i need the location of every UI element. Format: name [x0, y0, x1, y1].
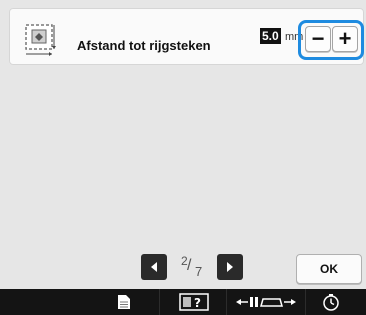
total-pages: 7: [195, 264, 203, 279]
page-indicator: 2 / 7: [175, 254, 209, 280]
setting-label: Afstand tot rijgsteken: [77, 38, 211, 53]
minus-icon: −: [311, 26, 325, 51]
plus-icon: +: [338, 26, 352, 51]
next-page-button[interactable]: [217, 254, 243, 280]
timer-icon: [323, 294, 339, 311]
basting-distance-icon: [24, 23, 60, 59]
document-button[interactable]: [96, 289, 152, 315]
svg-text:?: ?: [194, 296, 201, 310]
ok-button[interactable]: OK: [296, 254, 362, 284]
help-icon: ?: [179, 293, 209, 311]
needle-foot-button[interactable]: [230, 289, 302, 315]
document-icon: [118, 295, 130, 309]
needle-foot-icon: [236, 297, 296, 307]
page-separator: /: [187, 257, 192, 274]
triangle-left-icon: [151, 262, 157, 272]
toolbar-divider: [305, 289, 306, 315]
help-button[interactable]: ?: [166, 289, 222, 315]
previous-page-button[interactable]: [141, 254, 167, 280]
embroidery-settings-screen: Afstand tot rijgsteken 5.0 mm − + 2 / 7 …: [0, 0, 366, 315]
toolbar-divider: [226, 289, 227, 315]
triangle-right-icon: [227, 262, 233, 272]
setting-value: 5.0: [260, 28, 281, 44]
decrease-button[interactable]: −: [305, 26, 331, 52]
toolbar-divider: [159, 289, 160, 315]
timer-button[interactable]: [308, 289, 354, 315]
increase-button[interactable]: +: [332, 26, 358, 52]
